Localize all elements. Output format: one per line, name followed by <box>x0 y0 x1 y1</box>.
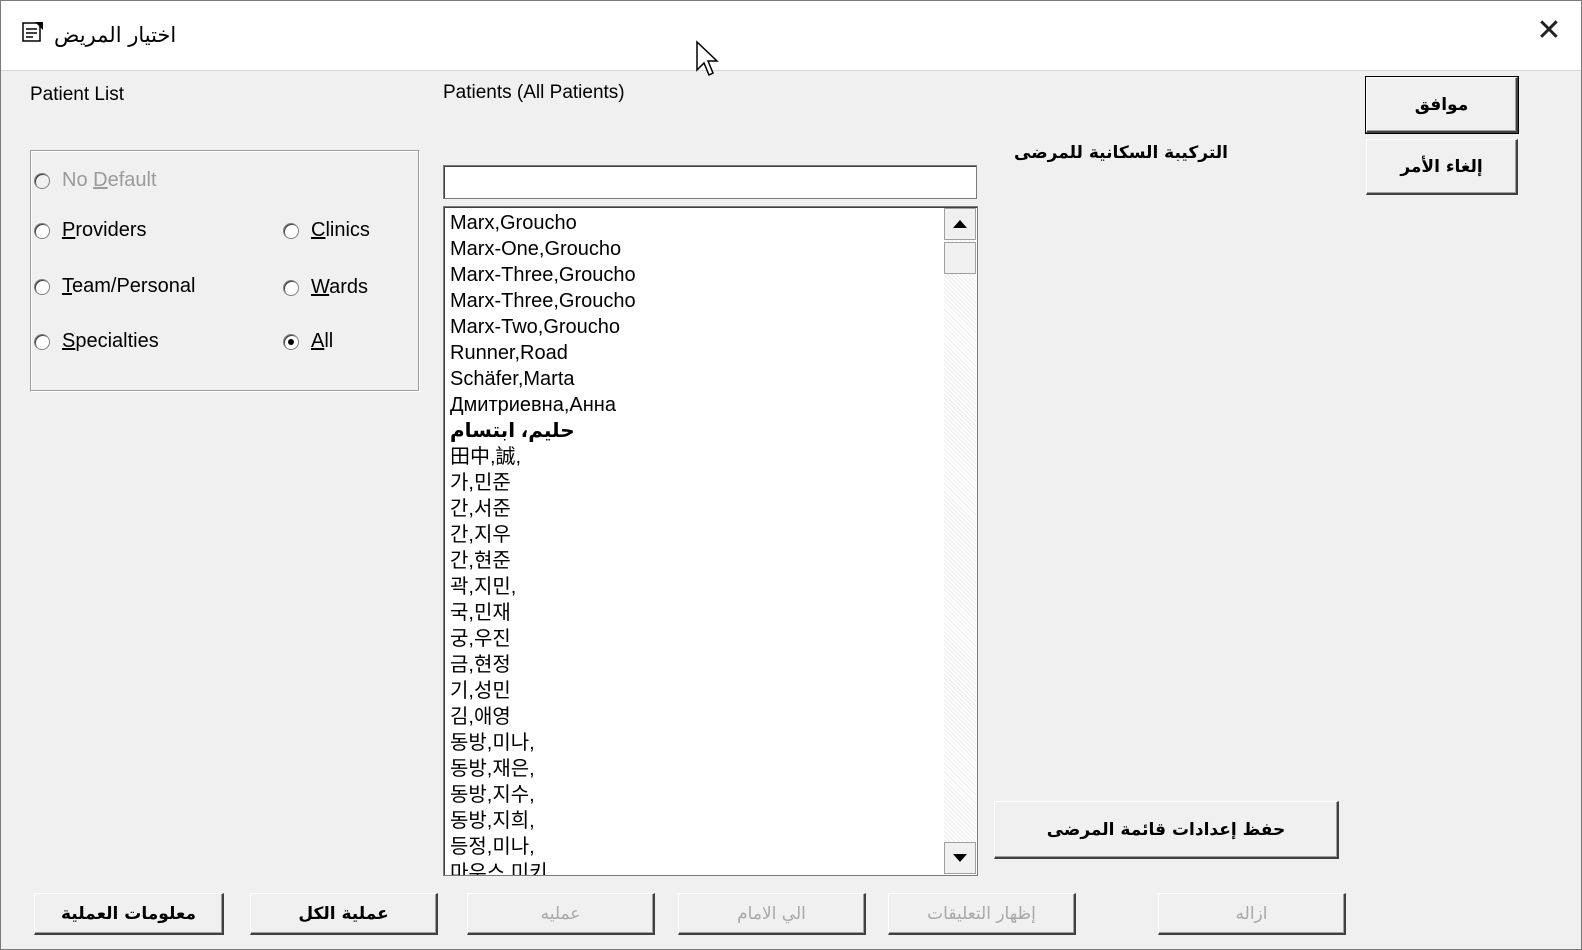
arrow-down-icon <box>953 854 967 862</box>
radio-indicator <box>34 222 50 239</box>
patient-list-item[interactable]: Marx-Three,Groucho <box>450 288 940 314</box>
patient-list-item[interactable]: 등정,미나, <box>450 834 940 860</box>
scroll-thumb[interactable] <box>944 242 976 274</box>
scroll-down-button[interactable] <box>944 842 976 874</box>
patient-list-item[interactable]: Marx-Three,Groucho <box>450 262 940 288</box>
process-info-button[interactable]: معلومات العملية <box>34 893 224 935</box>
patient-list-item[interactable]: 간,지우 <box>450 522 940 548</box>
radio-clinics[interactable]: Clinics <box>283 219 370 242</box>
patient-list-item[interactable]: 금,현정 <box>450 652 940 678</box>
radio-label: Team/Personal <box>62 275 196 297</box>
forward-button[interactable]: الي الامام <box>678 893 866 935</box>
patient-list-item[interactable]: 동방,미나, <box>450 730 940 756</box>
radio-providers[interactable]: Providers <box>34 219 146 242</box>
radio-label: Providers <box>62 219 147 241</box>
patient-list-items: Marx,Groucho Marx-One,Groucho Marx-Three,G… <box>450 210 940 875</box>
patient-list-item[interactable]: 동방,지수, <box>450 782 940 808</box>
patient-list-item[interactable]: Marx,Groucho <box>450 210 940 236</box>
radio-indicator <box>34 278 50 295</box>
window-title: اختيار المريض <box>54 22 177 47</box>
remove-button[interactable]: ازاله <box>1158 893 1346 935</box>
scroll-up-button[interactable] <box>944 208 976 240</box>
radio-indicator-selected <box>283 333 299 350</box>
save-list-settings-button[interactable]: حفظ إعدادات قائمة المرضى <box>994 801 1339 859</box>
patient-list-item[interactable]: Marx-One,Groucho <box>450 236 940 262</box>
radio-indicator <box>283 279 299 296</box>
ok-button[interactable]: موافق <box>1365 76 1519 134</box>
patient-list-item[interactable]: 김,애영 <box>450 704 940 730</box>
radio-label: Clinics <box>311 219 370 241</box>
mouse-cursor-icon <box>696 40 719 77</box>
patient-list-item[interactable]: 동방,지희, <box>450 808 940 834</box>
show-notifications-button[interactable]: إظهار التعليقات <box>888 893 1076 935</box>
radio-label: No Default <box>62 169 157 191</box>
patient-list-item[interactable]: 간,서준 <box>450 496 940 522</box>
radio-indicator <box>34 172 50 189</box>
patient-list-item[interactable]: 田中,誠, <box>450 444 940 470</box>
radio-team-personal[interactable]: Team/Personal <box>34 275 195 298</box>
cancel-button[interactable]: إلغاء الأمر <box>1366 139 1518 195</box>
patient-list-item[interactable]: Marx-Two,Groucho <box>450 314 940 340</box>
arrow-up-icon <box>953 220 967 228</box>
patient-list-item[interactable]: 곽,지민, <box>450 574 940 600</box>
patient-list-item[interactable]: 간,현준 <box>450 548 940 574</box>
patient-list-item[interactable]: Дмитриевна,Анна <box>450 392 940 418</box>
radio-wards[interactable]: Wards <box>283 276 368 299</box>
patient-list-item[interactable]: حليم، ابتسام <box>450 418 940 444</box>
patient-demographics-label: التركيبة السكانية للمرضى <box>1014 143 1228 163</box>
patient-list-item[interactable]: Runner,Road <box>450 340 940 366</box>
radio-label: All <box>311 330 334 352</box>
radio-no-default[interactable]: No Default <box>34 169 157 192</box>
radio-label: Wards <box>311 276 369 298</box>
patient-list-scrollbar[interactable] <box>944 208 976 874</box>
radio-all[interactable]: All <box>283 330 333 353</box>
patient-listbox[interactable]: Marx,Groucho Marx-One,Groucho Marx-Three,G… <box>443 206 978 876</box>
patient-list-item[interactable]: 가,민준 <box>450 470 940 496</box>
title-group: اختيار المريض <box>20 20 176 49</box>
close-icon[interactable]: ✕ <box>1534 16 1564 46</box>
patient-list-item[interactable]: 궁,우진 <box>450 626 940 652</box>
radio-indicator <box>283 222 299 239</box>
radio-specialties[interactable]: Specialties <box>34 330 159 353</box>
patient-list-heading: Patient List <box>30 84 124 105</box>
radio-indicator <box>34 333 50 350</box>
process-all-button[interactable]: عملية الكل <box>250 893 438 935</box>
radio-label: Specialties <box>62 330 159 352</box>
patient-list-item[interactable]: 마우스,미키 <box>450 860 940 875</box>
patient-search-input[interactable] <box>443 165 977 199</box>
process-button[interactable]: عمليه <box>467 893 655 935</box>
title-bar: اختيار المريض ✕ <box>0 0 1582 71</box>
patient-list-item[interactable]: 기,성민 <box>450 678 940 704</box>
patient-list-item[interactable]: 동방,재은, <box>450 756 940 782</box>
patient-select-icon <box>20 20 46 49</box>
patient-list-item[interactable]: 국,민재 <box>450 600 940 626</box>
patient-list-item[interactable]: Schäfer,Marta <box>450 366 940 392</box>
patients-heading: Patients (All Patients) <box>443 82 625 103</box>
